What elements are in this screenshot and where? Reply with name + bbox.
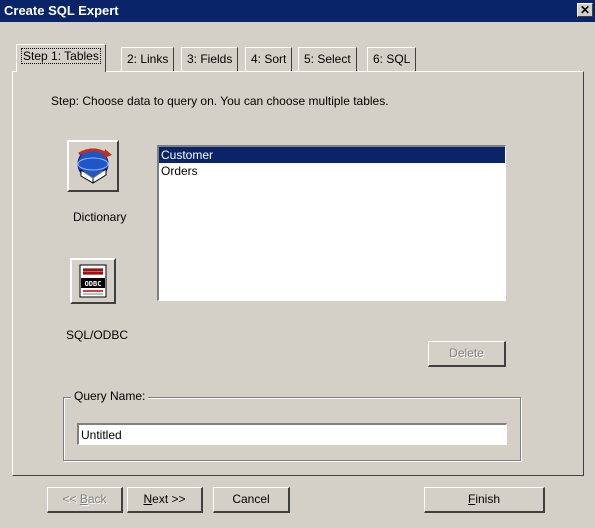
close-icon: ✕ (579, 3, 591, 17)
list-item-customer[interactable]: Customer (159, 147, 505, 163)
back-prefix: << (62, 492, 80, 506)
sql-odbc-label: SQL/ODBC (66, 328, 129, 342)
tab-label: Step 1: Tables (21, 48, 101, 64)
tab-label: 6: SQL (373, 52, 411, 66)
tables-listbox[interactable]: Customer Orders (157, 145, 506, 301)
tab-step1-tables[interactable]: Step 1: Tables (16, 44, 106, 72)
dictionary-label: Dictionary (73, 210, 127, 224)
tab-label: 4: Sort (251, 52, 287, 66)
back-accel: B (79, 492, 88, 506)
close-button[interactable]: ✕ (577, 3, 593, 17)
next-rest: ext >> (152, 492, 186, 506)
cancel-button[interactable]: Cancel (213, 487, 290, 513)
dictionary-button[interactable] (67, 140, 119, 192)
dictionary-icon (77, 148, 112, 184)
sql-odbc-button[interactable]: ODBC (70, 258, 116, 304)
delete-button[interactable]: Delete (428, 341, 506, 367)
title-bar[interactable]: Create SQL Expert (0, 0, 595, 22)
next-button[interactable]: Next >> (127, 487, 203, 513)
finish-button[interactable]: Finish (424, 487, 545, 513)
tab-sort[interactable]: 4: Sort (245, 47, 293, 71)
query-name-input[interactable] (77, 423, 507, 445)
tab-label: 2: Links (127, 52, 169, 66)
window-title: Create SQL Expert (4, 3, 119, 18)
svg-text:ODBC: ODBC (85, 280, 102, 288)
tab-select[interactable]: 5: Select (298, 47, 357, 71)
create-sql-expert-dialog: Create SQL Expert ✕ Step 1: Tables 2: Li… (0, 0, 595, 528)
step-instruction: Step: Choose data to query on. You can c… (51, 94, 389, 108)
back-rest: ack (87, 492, 107, 506)
tab-sql[interactable]: 6: SQL (367, 47, 417, 71)
tab-label: 3: Fields (187, 52, 233, 66)
tab-links[interactable]: 2: Links (121, 47, 175, 71)
list-item-orders[interactable]: Orders (159, 163, 505, 179)
finish-rest: inish (475, 492, 501, 506)
tab-fields[interactable]: 3: Fields (181, 47, 239, 71)
next-accel: N (143, 492, 153, 506)
odbc-icon: ODBC (79, 264, 107, 298)
query-name-label: Query Name: (71, 389, 149, 403)
tab-label: 5: Select (304, 52, 351, 66)
back-button[interactable]: << Back (47, 487, 123, 513)
